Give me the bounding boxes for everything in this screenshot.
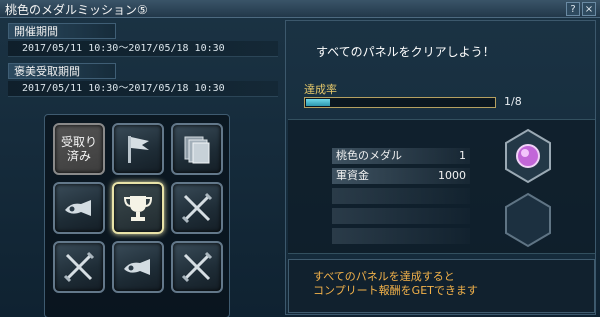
empty-reward-slot — [505, 192, 551, 248]
reward-name: 桃色のメダル — [336, 149, 402, 162]
reward-name: 軍資金 — [336, 169, 369, 182]
complete-line-1: すべてのパネルを達成すると — [313, 270, 455, 283]
progress-fill — [306, 99, 330, 106]
peach-medal-icon — [516, 144, 540, 168]
panel-8[interactable] — [112, 241, 164, 293]
achievement-rate-label: 達成率 — [304, 83, 337, 96]
reward-period-value: 2017/05/11 10:30～2017/05/18 10:30 — [8, 81, 278, 97]
mission-text: すべてのパネルをクリアしよう！ — [316, 45, 495, 59]
crossed-swords-icon — [181, 192, 213, 224]
panel-3[interactable] — [171, 123, 223, 175]
crossed-swords-icon — [63, 251, 95, 283]
cards-icon — [184, 136, 210, 164]
close-button[interactable]: × — [582, 2, 596, 16]
title-bar: 桃色のメダルミッション⑤ ? × — [0, 0, 600, 18]
complete-reward-box: すべてのパネルを達成すると コンプリート報酬をGETできます — [288, 259, 595, 313]
flag-icon — [128, 136, 149, 163]
medal-reward-slot[interactable] — [503, 128, 553, 184]
panel-1-claimed[interactable]: 受取り 済み — [53, 123, 105, 175]
claimed-label: 受取り 済み — [60, 135, 97, 163]
reward-row-empty — [332, 228, 470, 244]
reward-qty: 1000 — [438, 169, 466, 182]
horn-icon — [124, 259, 150, 275]
reward-row-empty — [332, 188, 470, 204]
panel-grid: 受取り 済み — [44, 114, 230, 317]
mission-window: 桃色のメダルミッション⑤ ? × 開催期間 2017/05/11 10:30～2… — [0, 0, 600, 317]
complete-line-2: コンプリート報酬をGETできます — [313, 284, 478, 297]
panel-6[interactable] — [171, 182, 223, 234]
achievement-progress-bar — [304, 97, 496, 108]
event-period-label: 開催期間 — [8, 23, 116, 39]
reward-qty: 1 — [459, 149, 466, 162]
reward-row: 桃色のメダル 1 — [332, 148, 470, 164]
panel-7[interactable] — [53, 241, 105, 293]
trophy-icon — [123, 196, 153, 221]
panel-4[interactable] — [53, 182, 105, 234]
panel-5-selected[interactable] — [112, 182, 164, 234]
panel-9[interactable] — [171, 241, 223, 293]
reward-box: 桃色のメダル 1 軍資金 1000 — [288, 119, 595, 254]
panel-2[interactable] — [112, 123, 164, 175]
achievement-count: 1/8 — [504, 95, 522, 108]
crossed-swords-icon — [181, 251, 213, 283]
event-period-value: 2017/05/11 10:30～2017/05/18 10:30 — [8, 41, 278, 57]
reward-period-label: 褒美受取期間 — [8, 63, 116, 79]
horn-icon — [65, 200, 91, 216]
reward-row-empty — [332, 208, 470, 224]
window-title: 桃色のメダルミッション⑤ — [5, 3, 148, 17]
complete-reward-text: すべてのパネルを達成すると コンプリート報酬をGETできます — [313, 270, 478, 298]
left-panel: 開催期間 2017/05/11 10:30～2017/05/18 10:30 褒… — [4, 20, 280, 317]
right-panel: すべてのパネルをクリアしよう！ 達成率 1/8 桃色のメダル 1 軍資金 100… — [285, 20, 596, 315]
reward-row: 軍資金 1000 — [332, 168, 470, 184]
help-button[interactable]: ? — [566, 2, 580, 16]
